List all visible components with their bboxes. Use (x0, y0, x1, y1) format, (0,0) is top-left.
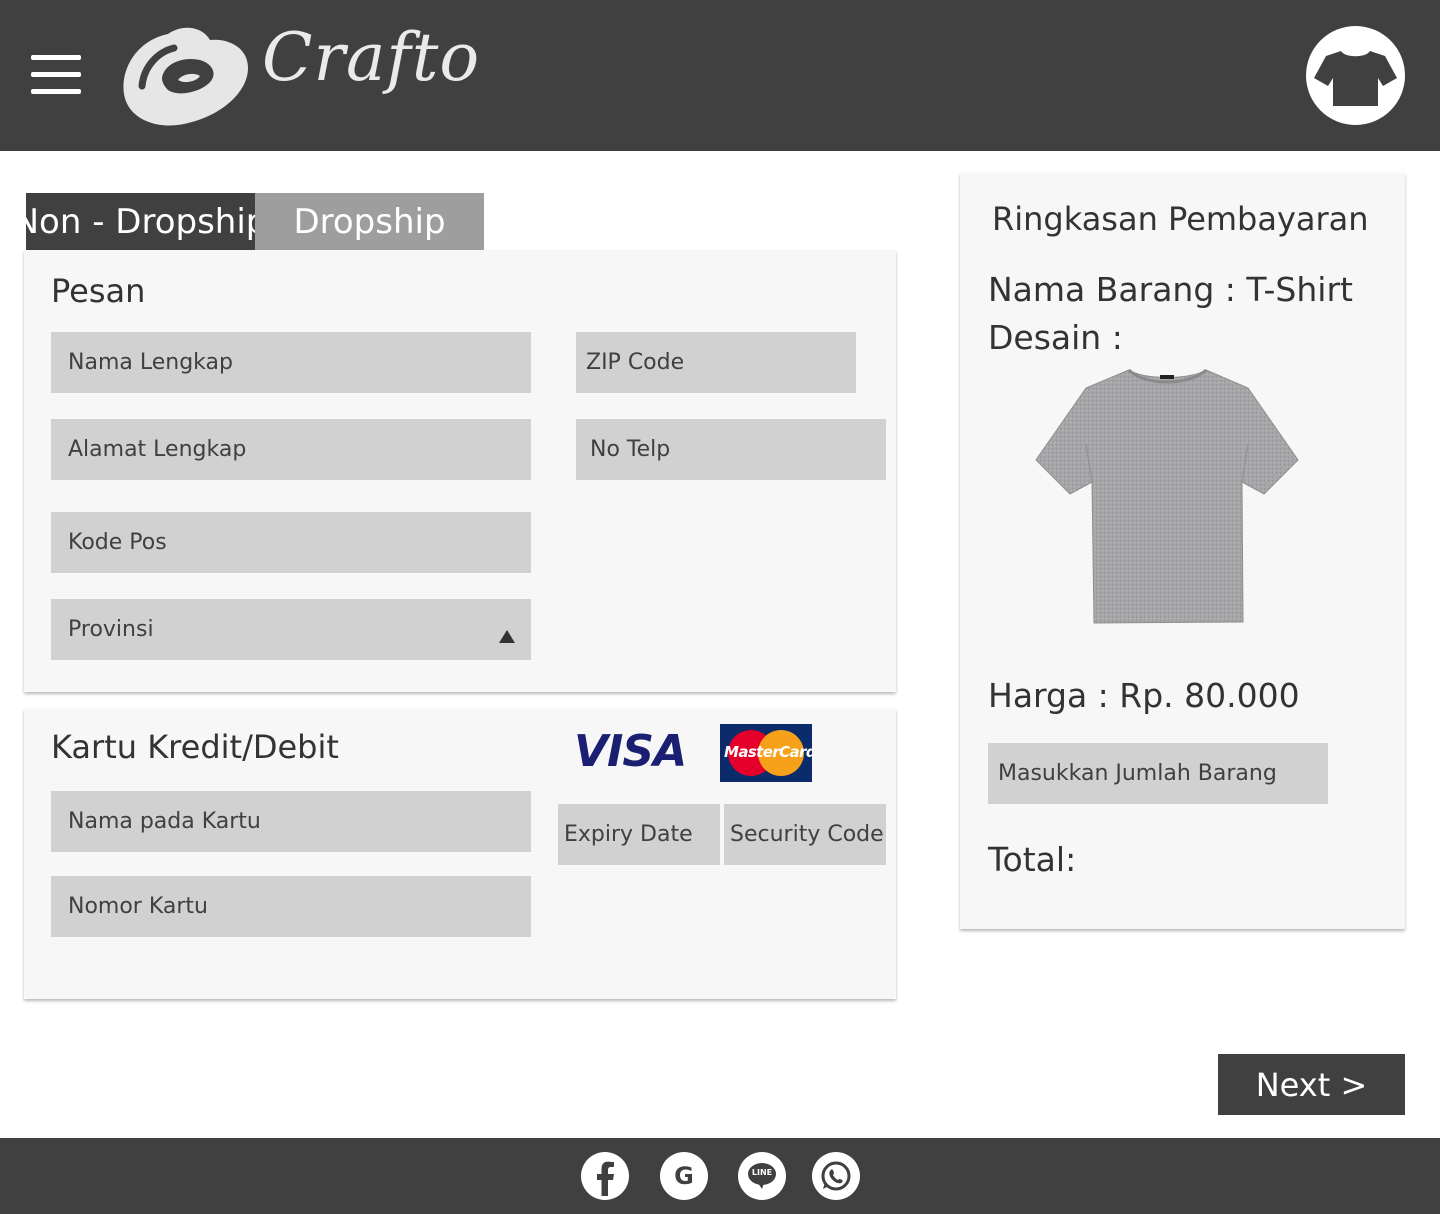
alamat-lengkap-input[interactable]: Alamat Lengkap (51, 419, 531, 480)
summary-title: Ringkasan Pembayaran (992, 200, 1369, 238)
nama-lengkap-input[interactable]: Nama Lengkap (51, 332, 531, 393)
top-header: Crafto (0, 0, 1440, 151)
total-label: Total: (988, 840, 1077, 879)
desain-label: Desain : (988, 318, 1123, 357)
google-icon[interactable]: G (660, 1152, 708, 1200)
zip-code-input[interactable]: ZIP Code (576, 332, 856, 393)
tshirt-icon[interactable] (1306, 26, 1405, 125)
nama-pada-kartu-input[interactable]: Nama pada Kartu (51, 791, 531, 852)
footer (0, 1138, 1440, 1214)
mastercard-label: MasterCard (724, 743, 812, 761)
no-telp-input[interactable]: No Telp (576, 419, 886, 480)
brand-name[interactable]: Crafto (262, 21, 480, 95)
next-button[interactable]: Next > (1218, 1054, 1405, 1115)
security-code-input[interactable]: Security Code (724, 804, 886, 865)
nomor-kartu-input[interactable]: Nomor Kartu (51, 876, 531, 937)
google-glyph: G (674, 1162, 694, 1190)
expiry-date-input[interactable]: Expiry Date (558, 804, 720, 865)
provinsi-select[interactable]: Provinsi (51, 599, 531, 660)
line-icon[interactable]: LINE (738, 1152, 786, 1200)
dropdown-arrow-icon (499, 630, 515, 643)
tab-dropship[interactable]: Dropship (255, 193, 484, 250)
pesan-title: Pesan (51, 272, 146, 310)
line-glyph: LINE (751, 1168, 773, 1177)
mastercard-logo: MasterCard (720, 724, 812, 782)
harga-text: Harga : Rp. 80.000 (988, 676, 1300, 715)
whatsapp-icon[interactable] (812, 1152, 860, 1200)
facebook-icon[interactable] (581, 1152, 629, 1200)
tshirt-design-image (1035, 368, 1299, 624)
visa-logo: VISA (574, 726, 687, 777)
hamburger-menu-icon[interactable] (31, 53, 81, 97)
tab-non-dropship[interactable]: Non - Dropship (14, 193, 267, 250)
kode-pos-input[interactable]: Kode Pos (51, 512, 531, 573)
jumlah-barang-input[interactable]: Masukkan Jumlah Barang (988, 743, 1328, 804)
crafto-logo-icon (123, 27, 248, 126)
kartu-title: Kartu Kredit/Debit (51, 728, 339, 766)
provinsi-label: Provinsi (68, 617, 154, 642)
nama-barang-text: Nama Barang : T-Shirt (988, 270, 1353, 309)
